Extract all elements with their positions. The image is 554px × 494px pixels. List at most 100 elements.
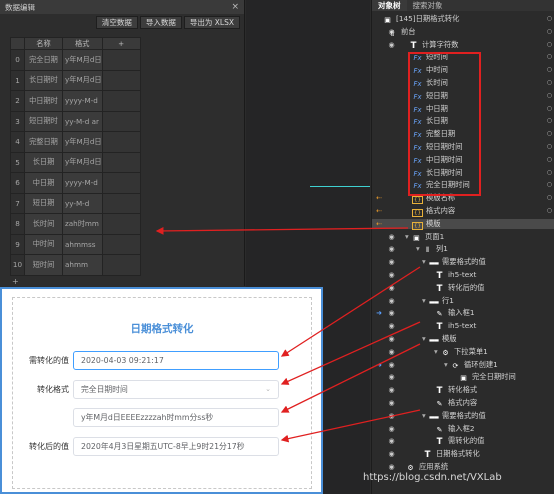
cell-empty[interactable] <box>101 192 141 214</box>
cell-name[interactable]: 完全日期 <box>24 49 63 71</box>
cell-empty[interactable] <box>101 172 141 194</box>
visibility-eye-icon[interactable]: ◉ <box>387 232 396 243</box>
tree-node[interactable]: ▣ [145]日期格式转化 ○ <box>372 14 554 25</box>
tree-node[interactable]: ◉ ✎ 输入框2 <box>372 424 554 435</box>
visibility-eye-icon[interactable]: ◉ <box>387 321 396 332</box>
visibility-eye-icon[interactable]: ◉ <box>387 296 396 307</box>
visibility-eye-icon[interactable]: ◉ <box>387 283 396 294</box>
column-header-format[interactable]: 格式 <box>62 37 103 50</box>
cell-format[interactable]: yyyy-M-d <box>62 90 103 112</box>
table-row[interactable]: 8 长时间 zah时mm <box>10 213 141 235</box>
table-row[interactable]: 7 短日期 yy-M-d <box>10 192 141 214</box>
table-row[interactable]: 2 中日期时 yyyy-M-d <box>10 90 141 112</box>
tree-node[interactable]: ◉ ▾ ⦀ 列1 <box>372 244 554 255</box>
cell-empty[interactable] <box>101 213 141 235</box>
table-row[interactable]: 9 中时间 ahmmss <box>10 233 141 255</box>
visibility-eye-icon[interactable]: ◉ <box>387 334 396 345</box>
table-row[interactable]: 4 完整日期 y年M月d日 <box>10 131 141 153</box>
status-dot-icon[interactable]: ○ <box>547 193 552 204</box>
status-dot-icon[interactable]: ○ <box>547 155 552 166</box>
tree-node[interactable]: ◉ T 需转化的值 <box>372 436 554 447</box>
cell-empty[interactable] <box>101 233 141 255</box>
tab-object-tree[interactable]: 对象树 <box>372 0 407 11</box>
status-dot-icon[interactable]: ○ <box>547 206 552 217</box>
cell-format[interactable]: y年M月d日 <box>62 49 103 71</box>
visibility-eye-icon[interactable]: ◉ <box>387 270 396 281</box>
cell-name[interactable]: 短日期时 <box>24 110 63 132</box>
import-data-button[interactable]: 导入数据 <box>139 16 182 29</box>
add-column-button[interactable]: + <box>101 37 141 50</box>
status-dot-icon[interactable]: ○ <box>547 65 552 76</box>
tree-node[interactable]: ◉ ▾ ▣ 页面1 <box>372 232 554 243</box>
cell-format[interactable]: y年M月d日 <box>62 151 103 173</box>
tree-node[interactable]: ◉ ▣ 完全日期时间 <box>372 372 554 383</box>
table-row[interactable]: 3 短日期时 yy-M-d ar <box>10 110 141 132</box>
link-icon[interactable]: ➜ <box>374 308 384 319</box>
visibility-eye-icon[interactable]: ◉ <box>387 385 396 396</box>
column-header-name[interactable]: 名称 <box>24 37 63 50</box>
cell-name[interactable]: 长日期时 <box>24 69 63 91</box>
tree-node[interactable]: ◉ ▯ 前台 ○ <box>372 27 554 38</box>
link-icon[interactable]: ⇠ <box>374 193 384 204</box>
format-pattern-input[interactable]: y年M月d日EEEEzzzzah时mm分ss秒 <box>73 408 279 427</box>
export-xlsx-button[interactable]: 导出为 XLSX <box>183 16 240 29</box>
table-row[interactable]: 10 短时间 ahmm <box>10 254 141 276</box>
table-row[interactable]: 6 中日期 yyyy-M-d <box>10 172 141 194</box>
tree-node[interactable]: ◉ Tih5-text <box>372 321 554 332</box>
cell-empty[interactable] <box>101 49 141 71</box>
cell-name[interactable]: 中日期时 <box>24 90 63 112</box>
tree-node[interactable]: ◉ ▾ ▬▬ 行1 <box>372 296 554 307</box>
tree-node[interactable]: ◉ ▾ ▬▬ 需要格式的值 <box>372 257 554 268</box>
tree-node[interactable]: ◉ ▾ ▬▬ 模版 <box>372 334 554 345</box>
status-dot-icon[interactable]: ○ <box>547 168 552 179</box>
status-dot-icon[interactable]: ○ <box>547 180 552 191</box>
cell-format[interactable]: yyyy-M-d <box>62 172 103 194</box>
tree-node[interactable]: ◉ ▾ ⚙ 下拉菜单1 <box>372 347 554 358</box>
link-icon[interactable]: ⇠ <box>374 206 384 217</box>
cell-name[interactable]: 中日期 <box>24 172 63 194</box>
cell-format[interactable]: ahmmss <box>62 233 103 255</box>
link-icon[interactable]: ⇠ <box>374 219 384 230</box>
result-value-input[interactable]: 2020年4月3日星期五UTC-8早上9时21分17秒 <box>73 437 279 456</box>
table-row[interactable]: 0 完全日期 y年M月d日 <box>10 49 141 71</box>
cell-empty[interactable] <box>101 110 141 132</box>
cell-format[interactable]: y年M月d日 <box>62 69 103 91</box>
visibility-eye-icon[interactable]: ◉ <box>387 360 396 371</box>
cell-name[interactable]: 长时间 <box>24 213 63 235</box>
status-dot-icon[interactable]: ○ <box>547 129 552 140</box>
visibility-eye-icon[interactable]: ◉ <box>387 398 396 409</box>
cell-format[interactable]: yy-M-d ar <box>62 110 103 132</box>
cell-name[interactable]: 短时间 <box>24 254 63 276</box>
visibility-eye-icon[interactable]: ◉ <box>387 424 396 435</box>
visibility-eye-icon[interactable]: ◉ <box>387 372 396 383</box>
status-dot-icon[interactable]: ○ <box>547 52 552 63</box>
visibility-eye-icon[interactable]: ◉ <box>387 308 396 319</box>
visibility-eye-icon[interactable]: ◉ <box>387 436 396 447</box>
tree-node[interactable]: ◉ T 日期格式转化 <box>372 449 554 460</box>
tree-node[interactable]: ◉ T 计算字符数 ○ <box>372 40 554 51</box>
source-value-input[interactable]: 2020-04-03 09:21:17 <box>73 351 279 370</box>
cell-empty[interactable] <box>101 131 141 153</box>
status-dot-icon[interactable]: ○ <box>547 27 552 38</box>
status-dot-icon[interactable]: ○ <box>547 142 552 153</box>
format-select[interactable]: 完全日期时间 ⌄ <box>73 380 279 399</box>
add-row-button[interactable]: + <box>12 277 19 286</box>
cell-format[interactable]: yy-M-d <box>62 192 103 214</box>
cell-empty[interactable] <box>101 69 141 91</box>
visibility-eye-icon[interactable]: ◉ <box>387 40 396 51</box>
status-dot-icon[interactable]: ○ <box>547 116 552 127</box>
tree-node[interactable]: ◉ Tih5-text <box>372 270 554 281</box>
status-dot-icon[interactable]: ○ <box>547 40 552 51</box>
close-icon[interactable]: × <box>231 2 239 12</box>
cell-empty[interactable] <box>101 254 141 276</box>
cell-empty[interactable] <box>101 90 141 112</box>
cell-name[interactable]: 完整日期 <box>24 131 63 153</box>
tree-node[interactable]: ◉ ⚙ 应用系统 <box>372 462 554 473</box>
cell-format[interactable]: y年M月d日 <box>62 131 103 153</box>
status-dot-icon[interactable]: ○ <box>547 91 552 102</box>
link-icon[interactable]: ➜ <box>374 360 384 371</box>
clear-data-button[interactable]: 清空数据 <box>95 16 138 29</box>
cell-name[interactable]: 短日期 <box>24 192 63 214</box>
cell-empty[interactable] <box>101 151 141 173</box>
visibility-eye-icon[interactable]: ◉ <box>387 449 396 460</box>
